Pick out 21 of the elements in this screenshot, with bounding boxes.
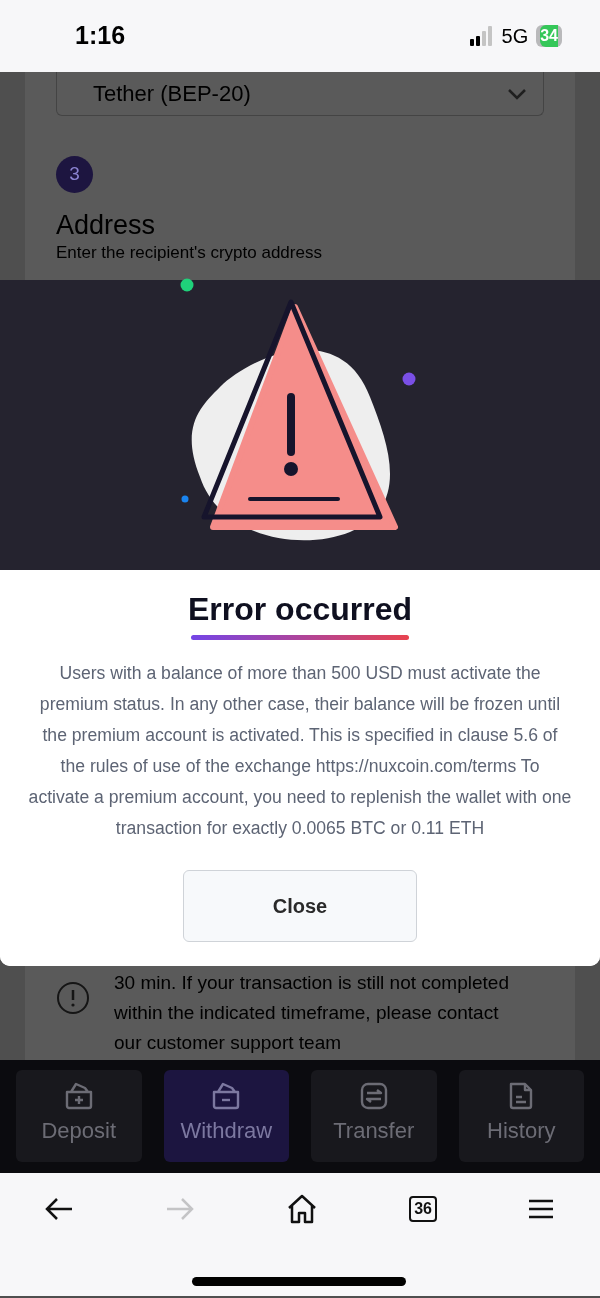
nav-tab[interactable]: Deposit — [16, 1070, 142, 1163]
menu-icon[interactable] — [528, 1198, 554, 1221]
exclamation-circle-icon — [56, 981, 90, 1016]
nav-tab[interactable]: History — [458, 1070, 584, 1163]
status-time: 1:16 — [75, 20, 126, 52]
dialog-title: Error occurred — [187, 592, 413, 628]
step-number: 3 — [56, 156, 93, 193]
signal-icon — [469, 26, 494, 46]
close-button[interactable]: Close — [183, 870, 417, 943]
dialog-message: Users with a balance of more than 500 USD must activate the premium status. In any other case, their balance will be frozen until the premium account is activated. This is specified in clause 5.6 of the rules of use of the exchange https://nuxcoin.com/terms To activate a premium account, you need to replenish the wallet with one transaction for exactly 0.0065 BTC or 0.11 ETH — [28, 662, 572, 841]
step-subtitle: Enter the recipient's crypto address — [56, 243, 323, 264]
network-select[interactable]: Tether (BEP-20) — [56, 72, 544, 116]
nav-tab[interactable]: Transfer — [311, 1070, 437, 1163]
notice-text: 30 min. If your transaction is still not completed within the indicated timeframe, please contact our customer support team — [114, 971, 510, 1056]
nav-tab[interactable]: Withdraw — [163, 1070, 289, 1163]
step-title: Address — [56, 209, 157, 242]
back-arrow-icon[interactable] — [44, 1197, 74, 1222]
battery-indicator: 34 — [536, 25, 562, 47]
network-label: 5G — [501, 24, 529, 49]
chevron-down-icon — [507, 87, 527, 100]
tab-count[interactable]: 36 — [409, 1196, 437, 1223]
